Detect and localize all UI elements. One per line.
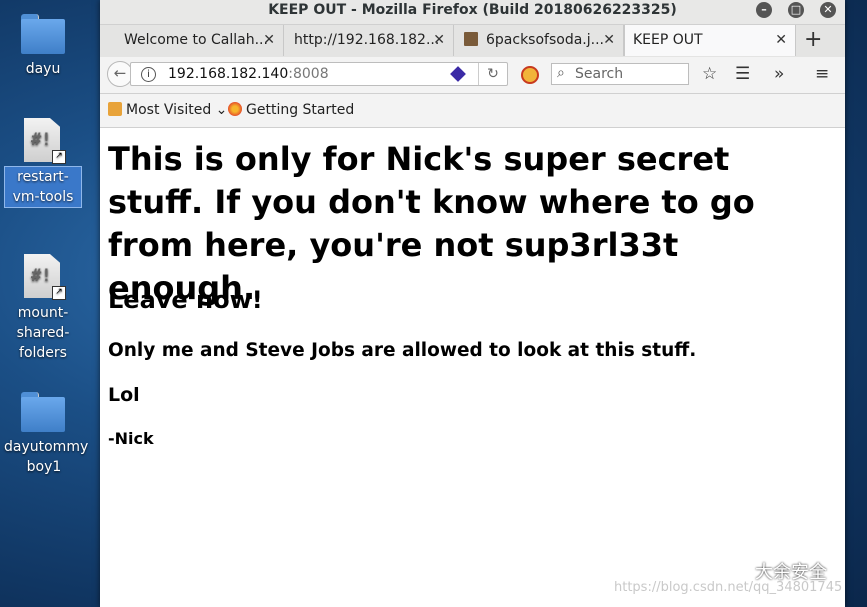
- search-icon: ⌕: [557, 65, 565, 81]
- desktop-icon-dayutommy-boy1[interactable]: dayutommy boy1: [2, 392, 89, 478]
- reader-list-icon[interactable]: ☰: [735, 64, 750, 84]
- desktop-icon-restart-vm-tools[interactable]: #! ↗ restart-vm-tools: [2, 118, 84, 208]
- reload-button[interactable]: ↻: [478, 63, 507, 85]
- page-content: This is only for Nick's super secret stu…: [100, 128, 845, 607]
- search-placeholder: Search: [575, 66, 624, 82]
- signature: -Nick: [108, 429, 154, 448]
- only-heading: Only me and Steve Jobs are allowed to lo…: [108, 340, 697, 361]
- page-heading: This is only for Nick's super secret stu…: [108, 140, 755, 307]
- bookmark-most-visited[interactable]: Most Visited ⌄: [108, 102, 227, 118]
- url-text: 192.168.182.140:8008: [168, 66, 329, 82]
- image-favicon-icon: [464, 32, 478, 46]
- close-window-button[interactable]: ✕: [820, 2, 836, 18]
- firefox-window: KEEP OUT - Mozilla Firefox (Build 201806…: [100, 0, 845, 607]
- extension-icon[interactable]: [450, 66, 466, 82]
- close-tab-icon[interactable]: ✕: [263, 25, 275, 56]
- minimize-button[interactable]: –: [756, 2, 772, 18]
- overflow-chevron-icon[interactable]: »: [774, 64, 784, 84]
- close-tab-icon[interactable]: ✕: [603, 25, 615, 56]
- folder-icon: [21, 392, 65, 432]
- bookmark-getting-started[interactable]: Getting Started: [228, 102, 354, 118]
- window-title: KEEP OUT - Mozilla Firefox (Build 201806…: [268, 2, 677, 18]
- tab-welcome[interactable]: Welcome to Callah... ✕: [116, 25, 284, 56]
- maximize-button[interactable]: □: [788, 2, 804, 18]
- tab-label: 6packsofsoda.j...: [486, 32, 604, 48]
- navigation-toolbar: ← i 192.168.182.140:8008 ↻ ⌕ Search ☆ ☰ …: [100, 57, 845, 94]
- firefox-icon: [228, 102, 242, 116]
- menu-icon[interactable]: ≡: [815, 64, 829, 84]
- tab-keep-out[interactable]: KEEP OUT ✕: [624, 25, 796, 56]
- bookmark-star-icon[interactable]: ☆: [702, 64, 717, 84]
- desktop-icon-label: dayutommy boy1: [4, 439, 89, 475]
- folder-icon: [21, 14, 65, 54]
- script-file-icon: #! ↗: [24, 118, 66, 164]
- search-input[interactable]: ⌕ Search: [551, 63, 689, 85]
- title-bar[interactable]: KEEP OUT - Mozilla Firefox (Build 201806…: [100, 0, 845, 25]
- leave-heading: Leave now!: [108, 286, 263, 314]
- tab-strip: Welcome to Callah... ✕ http://192.168.18…: [100, 25, 845, 58]
- watermark-url: https://blog.csdn.net/qq_34801745: [614, 580, 843, 595]
- close-tab-icon[interactable]: ✕: [775, 25, 787, 56]
- url-bar[interactable]: i 192.168.182.140:8008 ↻: [130, 62, 508, 86]
- desktop-icon-dayu[interactable]: dayu: [2, 14, 84, 80]
- script-file-icon: #! ↗: [24, 254, 66, 300]
- tab-label: KEEP OUT: [633, 32, 703, 48]
- desktop-icon-label: dayu: [25, 61, 61, 77]
- tab-label: Welcome to Callah...: [124, 32, 268, 48]
- blocker-icon[interactable]: [521, 66, 539, 84]
- close-tab-icon[interactable]: ✕: [433, 25, 445, 56]
- info-icon[interactable]: i: [141, 67, 156, 82]
- new-tab-button[interactable]: +: [804, 26, 822, 54]
- tab-http[interactable]: http://192.168.182... ✕: [286, 25, 454, 56]
- bookmark-folder-icon: [108, 102, 122, 116]
- bookmarks-toolbar: Most Visited ⌄ Getting Started: [100, 94, 845, 128]
- tab-6packsofsoda[interactable]: 6packsofsoda.j... ✕: [456, 25, 624, 56]
- desktop-icon-label: mount-shared-folders: [16, 305, 70, 361]
- lol-heading: Lol: [108, 384, 140, 406]
- desktop-icon-label: restart-vm-tools: [4, 166, 82, 208]
- tab-label: http://192.168.182...: [294, 32, 440, 48]
- desktop-icon-mount-shared-folders[interactable]: #! ↗ mount-shared-folders: [2, 254, 84, 364]
